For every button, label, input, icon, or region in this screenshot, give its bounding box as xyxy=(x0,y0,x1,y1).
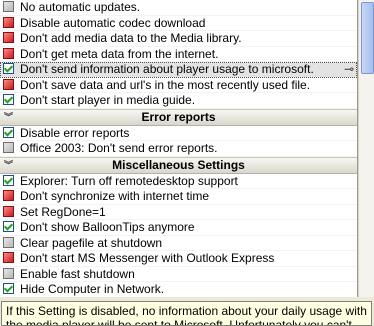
setting-label: Clear pagefile at shutdown xyxy=(20,235,163,250)
vertical-scrollbar[interactable] xyxy=(358,0,374,297)
settings-group-error-reports: Disable error reports Office 2003: Don't … xyxy=(0,126,357,157)
setting-row[interactable]: Don't synchronize with internet time xyxy=(0,189,357,205)
setting-checkbox[interactable] xyxy=(3,267,14,279)
setting-label: Don't start player in media guide. xyxy=(20,93,196,107)
setting-row[interactable]: Enable fast shutdown xyxy=(0,266,357,282)
setting-label: Enable fast shutdown xyxy=(20,266,135,281)
collapse-chevron-icon[interactable]: ︾ xyxy=(4,110,13,125)
setting-checkbox[interactable] xyxy=(3,283,14,294)
setting-row[interactable]: Office 2003: Don't send error reports. xyxy=(0,141,357,157)
setting-label: Don't get meta data from the internet. xyxy=(20,46,219,61)
setting-checkbox[interactable] xyxy=(3,47,14,59)
setting-description: If this Setting is disabled, no informat… xyxy=(1,301,372,326)
setting-label: Explorer: Turn off remotedesktop support xyxy=(20,173,238,188)
setting-label: Don't show BalloonTips anymore xyxy=(20,220,195,234)
setting-row[interactable]: Don't send information about player usag… xyxy=(0,62,357,78)
setting-label: Disable automatic codec download xyxy=(20,15,206,30)
setting-row[interactable]: Hide Computer in Network. xyxy=(0,282,357,297)
setting-checkbox[interactable] xyxy=(3,142,14,153)
section-title: Error reports xyxy=(141,109,216,124)
setting-row[interactable]: No automatic updates. xyxy=(0,0,357,16)
setting-row[interactable]: Don't start player in media guide. xyxy=(0,93,357,109)
setting-checkbox[interactable] xyxy=(3,252,14,263)
pin-icon[interactable]: ⊸ xyxy=(344,62,354,76)
setting-checkbox[interactable] xyxy=(3,126,14,138)
setting-checkbox[interactable] xyxy=(3,94,14,105)
setting-label: Don't save data and url's in the most re… xyxy=(20,77,311,92)
setting-checkbox[interactable] xyxy=(3,236,14,248)
setting-row[interactable]: Set RegDone=1 xyxy=(0,204,357,220)
scrollbar-thumb[interactable] xyxy=(361,2,374,74)
setting-label: Don't send information about player usag… xyxy=(20,62,314,76)
setting-row[interactable]: Clear pagefile at shutdown xyxy=(0,235,357,251)
setting-row[interactable]: Don't show BalloonTips anymore xyxy=(0,220,357,236)
settings-group-misc: Explorer: Turn off remotedesktop support… xyxy=(0,173,357,297)
setting-row[interactable]: Don't get meta data from the internet. xyxy=(0,46,357,62)
setting-label: No automatic updates. xyxy=(20,0,141,14)
setting-checkbox[interactable] xyxy=(3,78,14,90)
setting-checkbox[interactable] xyxy=(3,205,14,217)
setting-checkbox[interactable] xyxy=(3,1,14,12)
section-header-error-reports[interactable]: ︾ Error reports xyxy=(0,108,357,126)
setting-checkbox[interactable] xyxy=(3,190,14,201)
setting-row[interactable]: Explorer: Turn off remotedesktop support xyxy=(0,173,357,189)
setting-label: Disable error reports xyxy=(20,125,130,140)
section-title: Miscellaneous Settings xyxy=(112,157,245,172)
setting-checkbox[interactable] xyxy=(3,32,14,43)
setting-checkbox[interactable] xyxy=(3,63,14,74)
setting-checkbox[interactable] xyxy=(3,221,14,232)
setting-row[interactable]: Disable error reports xyxy=(0,125,357,141)
setting-row[interactable]: Disable automatic codec download xyxy=(0,15,357,31)
setting-label: Don't start MS Messenger with Outlook Ex… xyxy=(20,251,275,265)
section-header-misc-settings[interactable]: ︾ Miscellaneous Settings xyxy=(0,156,357,174)
setting-label: Don't add media data to the Media librar… xyxy=(20,31,242,45)
setting-label: Set RegDone=1 xyxy=(20,204,106,219)
setting-label: Office 2003: Don't send error reports. xyxy=(20,141,218,155)
setting-checkbox[interactable] xyxy=(3,174,14,186)
collapse-chevron-icon[interactable]: ︾ xyxy=(4,158,13,173)
setting-label: Hide Computer in Network. xyxy=(20,282,165,296)
setting-row[interactable]: Don't save data and url's in the most re… xyxy=(0,77,357,93)
setting-row[interactable]: Don't add media data to the Media librar… xyxy=(0,31,357,47)
setting-row[interactable]: Don't start MS Messenger with Outlook Ex… xyxy=(0,251,357,267)
setting-label: Don't synchronize with internet time xyxy=(20,189,210,203)
settings-group-top: No automatic updates. Disable automatic c… xyxy=(0,0,357,109)
setting-checkbox[interactable] xyxy=(3,16,14,28)
settings-list[interactable]: No automatic updates. Disable automatic c… xyxy=(0,0,358,297)
